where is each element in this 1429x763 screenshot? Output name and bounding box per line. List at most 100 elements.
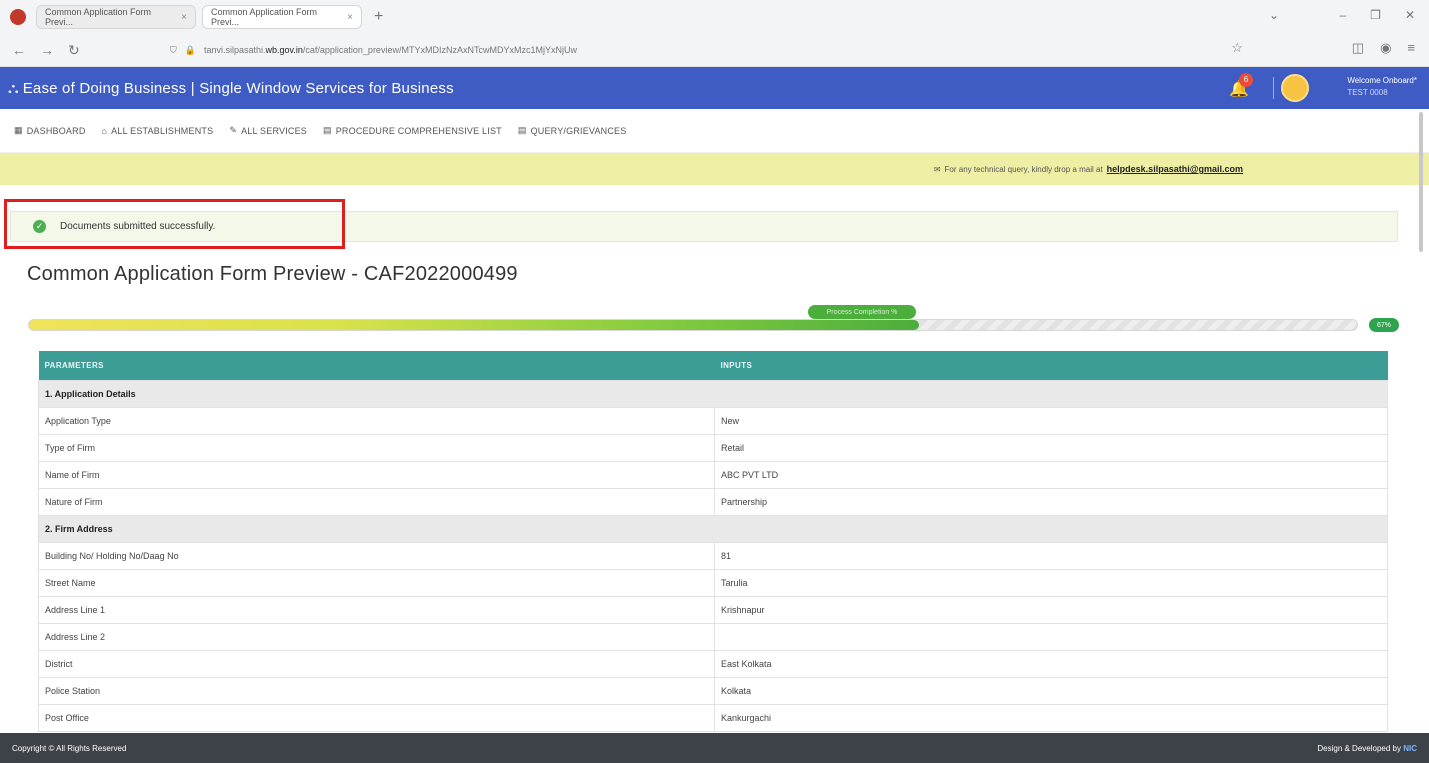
tab-title: Common Application Form Previ... — [211, 7, 318, 27]
bookmark-star-icon[interactable]: ☆ — [1231, 40, 1243, 56]
user-name: TEST 0008 — [1347, 88, 1388, 97]
design-label: Design & Developed by — [1317, 743, 1401, 753]
user-menu[interactable]: Welcome Onboard* TEST 0008 — [1347, 75, 1417, 99]
input-cell: Krishnapur — [714, 595, 1388, 624]
input-cell: Partnership — [714, 487, 1388, 516]
browser-chrome: Common Application Form Previ... × Commo… — [0, 0, 1429, 67]
input-cell: 81 — [714, 541, 1388, 570]
org-icon: ⛬ — [8, 79, 19, 97]
browser-tab-active[interactable]: Common Application Form Previ... × — [202, 5, 362, 29]
avatar[interactable] — [1281, 74, 1309, 102]
tab-title: Common Application Form Previ... — [45, 7, 152, 27]
input-cell — [714, 622, 1388, 651]
list-icon: ▤ — [323, 125, 332, 135]
input-cell: East Kolkata — [714, 649, 1388, 678]
tab-list-icon[interactable]: ⌄ — [1269, 8, 1279, 22]
table-row: District East Kolkata — [38, 649, 1388, 678]
param-cell: Police Station — [38, 676, 715, 705]
menu-label: DASHBOARD — [26, 125, 86, 136]
param-cell: Address Line 2 — [38, 622, 715, 651]
browser-app-icon — [10, 9, 26, 25]
param-cell: Post Office — [38, 703, 715, 732]
back-icon[interactable]: ← — [12, 42, 26, 58]
divider — [1273, 77, 1274, 99]
progress-percent: 67% — [1369, 318, 1399, 332]
table-row: Type of Firm Retail — [38, 433, 1388, 462]
close-tab-icon[interactable]: × — [181, 12, 187, 23]
browser-tab[interactable]: Common Application Form Previ... × — [36, 5, 196, 29]
copyright-text: Copyright © All Rights Reserved — [12, 743, 127, 753]
nic-logo[interactable]: NIC — [1403, 744, 1417, 753]
input-cell: Kankurgachi — [714, 703, 1388, 732]
param-cell: Application Type — [38, 406, 715, 435]
menu-item-dashboard[interactable]: ▦ DASHBOARD — [14, 125, 86, 136]
mail-icon: ✉ — [933, 164, 941, 174]
menu-label: ALL SERVICES — [241, 125, 307, 136]
progress-tooltip: Process Completion % — [808, 305, 916, 319]
shield-icon: ⛉ — [170, 44, 177, 55]
table-row: Police Station Kolkata — [38, 676, 1388, 705]
input-cell: ABC PVT LTD — [714, 460, 1388, 489]
section-title: 1. Application Details — [38, 379, 1388, 408]
param-cell: Name of Firm — [38, 460, 715, 489]
param-cell: Street Name — [38, 568, 715, 597]
url-path: /caf/application_preview/MTYxMDIzNzAxNTc… — [302, 45, 577, 55]
browser-toolbar-icons: ◫ ◉ ≡ — [1352, 40, 1415, 56]
table-header-row: PARAMETERS INPUTS — [38, 351, 1388, 380]
menu-label: ALL ESTABLISHMENTS — [111, 125, 214, 136]
menu-icon[interactable]: ≡ — [1407, 40, 1415, 56]
param-cell: Building No/ Holding No/Daag No — [38, 541, 715, 570]
url-domain: wb.gov.in — [265, 45, 303, 55]
param-cell: Nature of Firm — [38, 487, 715, 516]
notice-text: For any technical query, kindly drop a m… — [944, 164, 1103, 174]
helpdesk-email-link[interactable]: helpdesk.silpasathi@gmail.com — [1107, 164, 1243, 174]
input-cell: Tarulia — [714, 568, 1388, 597]
menu-item-procedure[interactable]: ▤ PROCEDURE COMPREHENSIVE LIST — [323, 125, 502, 136]
forward-icon[interactable]: → — [40, 42, 54, 58]
table-row: Address Line 2 — [38, 622, 1388, 651]
footer: Copyright © All Rights Reserved Design &… — [0, 733, 1429, 763]
building-icon: ⌂ — [101, 125, 108, 136]
table-section-row: 1. Application Details — [38, 379, 1388, 408]
restore-icon[interactable]: ❐ — [1370, 8, 1381, 22]
param-cell: Type of Firm — [38, 433, 715, 462]
progress-fill — [29, 320, 919, 330]
brand-title: Ease of Doing Business | Single Window S… — [22, 79, 454, 97]
url-text: tanvi.silpasathi.wb.gov.in/caf/applicati… — [204, 45, 577, 55]
close-window-icon[interactable]: ✕ — [1405, 8, 1415, 22]
browser-tabstrip: Common Application Form Previ... × Commo… — [0, 0, 1429, 34]
dashboard-icon: ▦ — [14, 125, 23, 135]
progress-bar — [28, 319, 1358, 331]
highlight-box — [4, 199, 345, 249]
menu-label: PROCEDURE COMPREHENSIVE LIST — [335, 125, 502, 136]
notice-bar: ✉ For any technical query, kindly drop a… — [0, 153, 1429, 185]
table-row: Nature of Firm Partnership — [38, 487, 1388, 516]
param-cell: District — [38, 649, 715, 678]
brand[interactable]: ⛬ Ease of Doing Business | Single Window… — [8, 80, 454, 97]
input-cell: Retail — [714, 433, 1388, 462]
table-section-row: 2. Firm Address — [38, 514, 1388, 543]
table-row: Building No/ Holding No/Daag No 81 — [38, 541, 1388, 570]
menu-item-services[interactable]: ✎ ALL SERVICES — [229, 125, 307, 136]
window-controls: – ❐ ✕ — [1339, 8, 1415, 22]
table-row: Name of Firm ABC PVT LTD — [38, 460, 1388, 489]
menu-item-query[interactable]: ▤ QUERY/GRIEVANCES — [518, 125, 627, 136]
parameters-table: PARAMETERS INPUTS 1. Application Details… — [38, 351, 1388, 732]
table-row: Application Type New — [38, 406, 1388, 435]
minimize-icon[interactable]: – — [1339, 8, 1346, 22]
menu-item-establishments[interactable]: ⌂ ALL ESTABLISHMENTS — [102, 126, 214, 136]
new-tab-button[interactable]: + — [368, 8, 389, 26]
credits: Design & Developed by NIC — [1317, 744, 1417, 753]
reload-icon[interactable]: ↻ — [68, 42, 80, 59]
main-menu: ▦ DASHBOARD ⌂ ALL ESTABLISHMENTS ✎ ALL SERV… — [0, 109, 1429, 153]
address-bar[interactable]: ⛉ 🔒 tanvi.silpasathi.wb.gov.in/caf/appli… — [170, 38, 1229, 62]
account-icon[interactable]: ◉ — [1380, 40, 1391, 56]
pocket-icon[interactable]: ◫ — [1352, 40, 1364, 56]
list-icon: ▤ — [517, 125, 527, 135]
url-prefix: tanvi.silpasathi. — [203, 45, 266, 55]
close-tab-icon[interactable]: × — [347, 12, 353, 23]
section-title: 2. Firm Address — [38, 514, 1388, 543]
param-cell: Address Line 1 — [38, 595, 715, 624]
table-row: Address Line 1 Krishnapur — [38, 595, 1388, 624]
scrollbar-thumb[interactable] — [1419, 112, 1423, 252]
